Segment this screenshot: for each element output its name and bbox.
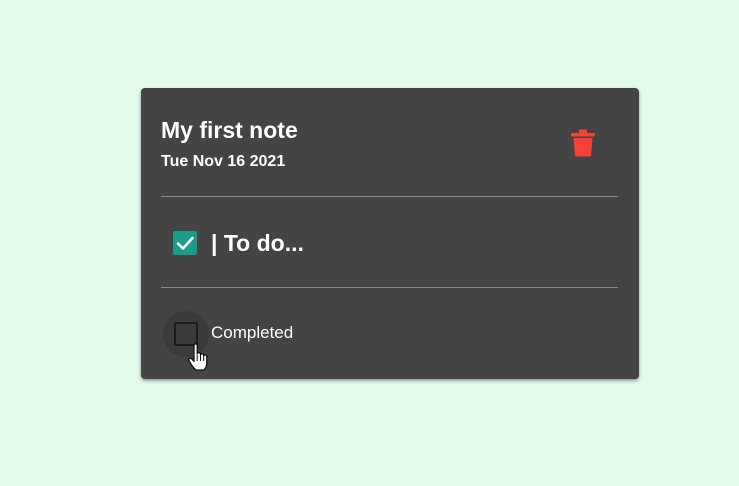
todo-checkbox[interactable] <box>173 231 197 255</box>
footer-divider <box>161 287 618 288</box>
completed-checkbox[interactable] <box>174 322 198 346</box>
header-divider <box>161 196 618 197</box>
todo-text[interactable]: | To do... <box>211 228 304 258</box>
completed-label[interactable]: Completed <box>211 323 293 343</box>
note-title: My first note <box>161 117 298 143</box>
completed-row: Completed <box>161 311 361 357</box>
delete-note-button[interactable] <box>571 129 595 157</box>
page: My first note Tue Nov 16 2021 | To do...… <box>0 0 739 486</box>
trash-icon <box>571 129 595 157</box>
checkmark-icon <box>176 236 194 250</box>
note-date: Tue Nov 16 2021 <box>161 153 286 170</box>
note-card: My first note Tue Nov 16 2021 | To do...… <box>141 88 639 379</box>
